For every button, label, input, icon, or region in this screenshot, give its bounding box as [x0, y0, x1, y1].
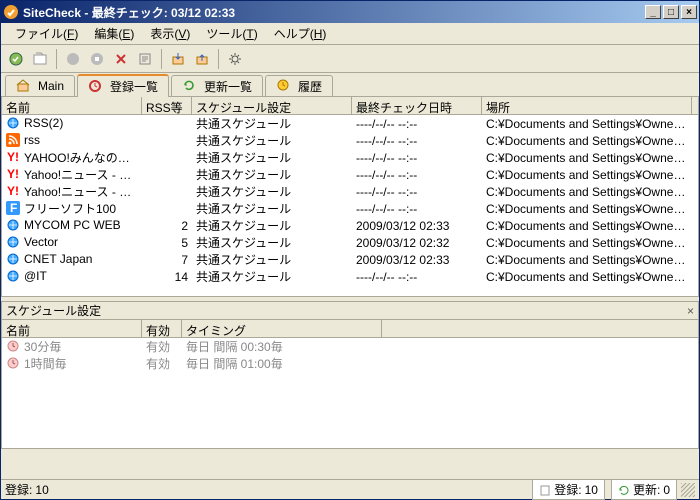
status-updated-pane: 更新: 0 — [611, 479, 677, 500]
titlebar: SiteCheck - 最終チェック: 03/12 02:33 _ □ × — [1, 1, 699, 23]
status-registered-label: 登録: — [5, 481, 32, 498]
list-row[interactable]: MYCOM PC WEB2共通スケジュール2009/03/12 02:33C:¥… — [2, 217, 698, 234]
schedule-panel-title: スケジュール設定 — [6, 302, 101, 319]
tab-1[interactable]: 登録一覧 — [77, 74, 169, 97]
site-icon — [6, 133, 22, 149]
column-header[interactable]: RSS等 — [142, 97, 192, 114]
tab-2[interactable]: 更新一覧 — [171, 75, 263, 96]
tab-3[interactable]: 履歴 — [265, 75, 333, 96]
resize-grip[interactable] — [681, 483, 695, 497]
tab-0[interactable]: Main — [5, 75, 75, 96]
clipboard-icon — [539, 484, 551, 496]
refresh-icon — [618, 484, 630, 496]
import-button[interactable] — [167, 48, 189, 70]
list-icon — [88, 79, 104, 95]
svg-text:Y!: Y! — [7, 150, 19, 164]
list-row[interactable]: RSS(2)共通スケジュール----/--/-- --:--C:¥Documen… — [2, 115, 698, 132]
list-row[interactable]: Fフリーソフト100共通スケジュール----/--/-- --:--C:¥Doc… — [2, 200, 698, 217]
site-list: 名前RSS等スケジュール設定最終チェック日時場所 RSS(2)共通スケジュール-… — [1, 97, 699, 297]
delete-button[interactable] — [110, 48, 132, 70]
column-header[interactable]: 名前 — [2, 97, 142, 114]
check-button[interactable] — [5, 48, 27, 70]
settings-button[interactable] — [224, 48, 246, 70]
menu-t[interactable]: ツール(T) — [198, 23, 265, 44]
edit-button[interactable] — [134, 48, 156, 70]
site-icon — [6, 235, 22, 251]
stop-button[interactable] — [62, 48, 84, 70]
close-button[interactable]: × — [681, 5, 697, 19]
schedule-panel: スケジュール設定 × 名前有効タイミング 30分毎有効毎日 間隔 00:30毎1… — [1, 301, 699, 449]
menu-e[interactable]: 編集(E) — [86, 23, 142, 44]
toolbar — [1, 45, 699, 73]
statusbar: 登録: 10 登録: 10 更新: 0 — [1, 479, 699, 499]
site-icon — [6, 116, 22, 132]
export-button[interactable] — [191, 48, 213, 70]
column-header[interactable]: 場所 — [482, 97, 692, 114]
schedule-row[interactable]: 30分毎有効毎日 間隔 00:30毎 — [2, 338, 698, 355]
column-header[interactable]: 最終チェック日時 — [352, 97, 482, 114]
history-icon — [276, 78, 292, 94]
app-icon — [3, 4, 19, 20]
list-row[interactable]: CNET Japan7共通スケジュール2009/03/12 02:33C:¥Do… — [2, 251, 698, 268]
menu-v[interactable]: 表示(V) — [142, 23, 198, 44]
svg-text:Y!: Y! — [7, 167, 19, 181]
column-header[interactable]: 名前 — [2, 320, 142, 337]
list-header: 名前RSS等スケジュール設定最終チェック日時場所 — [2, 97, 698, 115]
schedule-list: 名前有効タイミング 30分毎有効毎日 間隔 00:30毎1時間毎有効毎日 間隔 … — [1, 319, 699, 449]
abort-button[interactable] — [86, 48, 108, 70]
menubar: ファイル(F)編集(E)表示(V)ツール(T)ヘルプ(H) — [1, 23, 699, 45]
list-row[interactable]: @IT14共通スケジュール----/--/-- --:--C:¥Document… — [2, 268, 698, 285]
panel-close-icon[interactable]: × — [687, 304, 694, 318]
site-icon — [6, 269, 22, 285]
maximize-button[interactable]: □ — [663, 5, 679, 19]
minimize-button[interactable]: _ — [645, 5, 661, 19]
schedule-panel-header: スケジュール設定 × — [1, 301, 699, 319]
list-row[interactable]: rss共通スケジュール----/--/-- --:--C:¥Documents … — [2, 132, 698, 149]
status-registered-count: 10 — [35, 483, 48, 497]
clock-icon — [6, 356, 22, 372]
window-title: SiteCheck - 最終チェック: 03/12 02:33 — [23, 4, 235, 21]
open-button[interactable] — [29, 48, 51, 70]
schedule-row[interactable]: 1時間毎有効毎日 間隔 01:00毎 — [2, 355, 698, 372]
tab-bar: Main登録一覧更新一覧履歴 — [1, 73, 699, 97]
list-row[interactable]: Y!Yahoo!ニュース - 国…共通スケジュール----/--/-- --:-… — [2, 183, 698, 200]
svg-text:F: F — [10, 201, 17, 215]
list-row[interactable]: Vector5共通スケジュール2009/03/12 02:32C:¥Docume… — [2, 234, 698, 251]
refresh-icon — [182, 78, 198, 94]
status-registered-pane: 登録: 10 — [532, 479, 605, 500]
site-icon — [6, 252, 22, 268]
column-header[interactable]: 有効 — [142, 320, 182, 337]
menu-f[interactable]: ファイル(F) — [7, 23, 86, 44]
svg-text:Y!: Y! — [7, 184, 19, 198]
list-row[interactable]: Y!Yahoo!ニュース - テ…共通スケジュール----/--/-- --:-… — [2, 166, 698, 183]
column-header[interactable]: タイミング — [182, 320, 382, 337]
menu-h[interactable]: ヘルプ(H) — [266, 23, 335, 44]
site-icon: F — [6, 201, 22, 217]
site-icon — [6, 218, 22, 234]
column-header[interactable]: スケジュール設定 — [192, 97, 352, 114]
list-row[interactable]: Y!YAHOO!みんなの政治…共通スケジュール----/--/-- --:--C… — [2, 149, 698, 166]
home-icon — [16, 78, 32, 94]
